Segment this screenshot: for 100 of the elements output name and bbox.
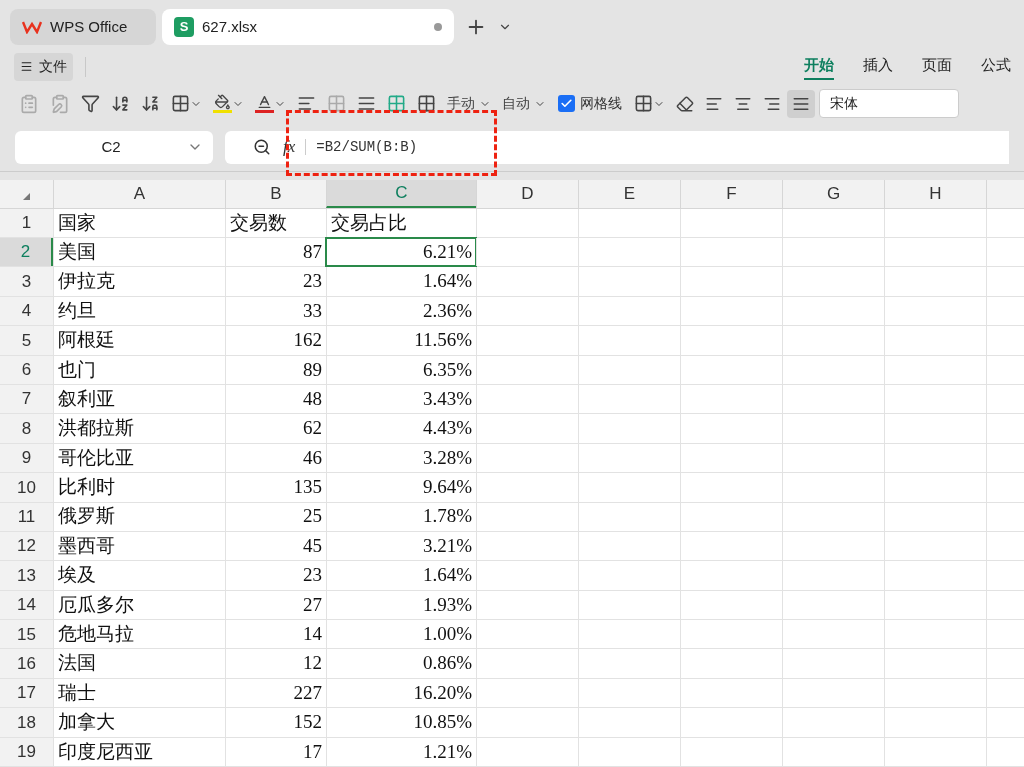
column-header[interactable]: H <box>884 179 986 208</box>
row-header[interactable]: 6 <box>0 355 53 384</box>
table-cell-text: 法国 <box>57 651 97 676</box>
select-all-icon[interactable] <box>23 192 30 200</box>
row-header[interactable]: 19 <box>0 737 53 766</box>
table-cell-text: 2.36% <box>421 298 473 323</box>
table-cell-text: 1.00% <box>421 622 473 646</box>
grid-icon <box>327 94 346 114</box>
tab-title: 627.xlsx <box>202 16 259 37</box>
table-cell-text: 48 <box>302 386 323 411</box>
column-width-button[interactable]: 自动 <box>497 89 551 118</box>
table-cell-text: 瑞士 <box>57 680 97 705</box>
ribbon-tab[interactable]: 公式 <box>981 53 1011 81</box>
table-cell-text: 46 <box>302 445 323 470</box>
table-cell-text: 4.43% <box>421 416 473 441</box>
table-cell-text: 162 <box>292 328 323 353</box>
table-cell-text: 交易数 <box>229 210 288 235</box>
eraser-icon <box>676 94 694 113</box>
table-cell-text: 16.20% <box>412 680 473 705</box>
menu-icon <box>20 60 33 74</box>
table-cell-text: 9.64% <box>421 475 473 500</box>
clipboard-pen-icon <box>50 93 70 114</box>
table-cell-text: 3.21% <box>421 533 473 558</box>
row-header[interactable]: 13 <box>0 561 53 590</box>
font-color-icon <box>255 94 274 114</box>
row-header[interactable]: 3 <box>0 267 53 296</box>
table-cell-text: 印度尼西亚 <box>57 739 154 764</box>
column-header[interactable]: C <box>326 179 476 208</box>
row-header[interactable]: 15 <box>0 620 53 649</box>
column-header[interactable]: G <box>782 179 884 208</box>
row-header[interactable]: 9 <box>0 443 53 473</box>
table-cell-text: 6.35% <box>421 357 473 382</box>
spreadsheet-icon: S <box>174 16 194 37</box>
row-header[interactable]: 17 <box>0 678 53 708</box>
table-cell-text: 1.78% <box>421 504 473 529</box>
row-header[interactable]: 8 <box>0 414 53 443</box>
sort-ascending-icon <box>111 94 130 114</box>
table-cell-text: 3.43% <box>421 386 473 411</box>
table-cell-text: 洪都拉斯 <box>57 416 135 441</box>
table-cell-text: 伊拉克 <box>57 269 116 294</box>
document-tab[interactable]: S 627.xlsx <box>162 8 454 45</box>
row-header[interactable]: 5 <box>0 326 53 355</box>
row-header[interactable]: 11 <box>0 502 53 531</box>
table-cell-text: 23 <box>302 269 323 294</box>
tab-title: WPS Office <box>50 16 129 37</box>
gridlines-checkbox[interactable]: 网格线 <box>552 93 628 115</box>
row-header[interactable]: 18 <box>0 708 53 737</box>
table-cell-text: 27 <box>302 592 323 617</box>
table-cell-text: 12 <box>302 651 323 676</box>
paint-bucket-icon <box>213 94 232 114</box>
document-tab[interactable]: WPS Office <box>10 8 156 45</box>
table-cell-text: 135 <box>292 475 323 500</box>
table-cell-text: 3.28% <box>421 445 473 470</box>
table-cell-text: 墨西哥 <box>57 533 116 558</box>
column-header[interactable]: E <box>578 179 680 208</box>
row-header[interactable]: 12 <box>0 531 53 561</box>
table-cell-text: 约旦 <box>57 298 97 323</box>
table-cell-text: 危地马拉 <box>57 622 135 646</box>
ribbon-tab[interactable]: 开始 <box>804 53 834 81</box>
table-cell-text: 0.86% <box>421 651 473 676</box>
table-cell-text: 1.93% <box>421 592 473 617</box>
table-cell-text: 叙利亚 <box>57 386 116 411</box>
row-height-button[interactable]: 手动 <box>442 89 496 118</box>
file-menu-button[interactable]: 文件 <box>14 52 73 81</box>
logo-icon <box>22 19 42 34</box>
row-header[interactable]: 14 <box>0 590 53 620</box>
column-header[interactable]: D <box>476 179 578 208</box>
table-cell-text: 10.85% <box>412 710 473 735</box>
table-cell-text: 45 <box>302 533 323 558</box>
table-cell-text: 25 <box>302 504 323 529</box>
zoom-out-icon[interactable] <box>253 138 271 157</box>
column-header[interactable]: F <box>680 179 782 208</box>
ribbon-tab[interactable]: 插入 <box>863 53 893 81</box>
grid-icon <box>171 94 190 114</box>
table-cell-text: 加拿大 <box>57 710 116 735</box>
name-box[interactable]: C2 <box>15 130 213 164</box>
formula-field[interactable]: =B2/SUM(B:B) <box>316 136 418 158</box>
table-cell-text: 152 <box>292 710 323 735</box>
row-header[interactable]: 1 <box>0 208 53 237</box>
function-button[interactable]: fx <box>283 134 296 160</box>
table-cell-text: 23 <box>302 563 323 588</box>
row-header[interactable]: 16 <box>0 649 53 678</box>
column-header[interactable]: A <box>53 179 225 208</box>
ribbon-tab[interactable]: 页面 <box>922 53 952 81</box>
table-cell-text: 227 <box>292 680 323 705</box>
table-cell-text: 厄瓜多尔 <box>57 592 135 617</box>
row-header[interactable]: 2 <box>0 238 53 267</box>
table-cell-text: 89 <box>302 357 323 382</box>
table-cell-text: 哥伦比亚 <box>57 445 135 470</box>
align-button[interactable] <box>787 89 815 118</box>
row-header[interactable]: 10 <box>0 473 53 502</box>
grid-icon <box>634 94 653 114</box>
row-header[interactable]: 4 <box>0 296 53 326</box>
table-cell-text: 阿根廷 <box>57 328 116 353</box>
row-header[interactable]: 7 <box>0 384 53 414</box>
table-cell-text: 交易占比 <box>330 210 408 235</box>
table-cell-text: 也门 <box>57 357 97 382</box>
clipboard-icon <box>19 93 39 114</box>
table-cell-text: 比利时 <box>57 475 116 500</box>
font-field[interactable]: 宋体 <box>819 89 959 119</box>
